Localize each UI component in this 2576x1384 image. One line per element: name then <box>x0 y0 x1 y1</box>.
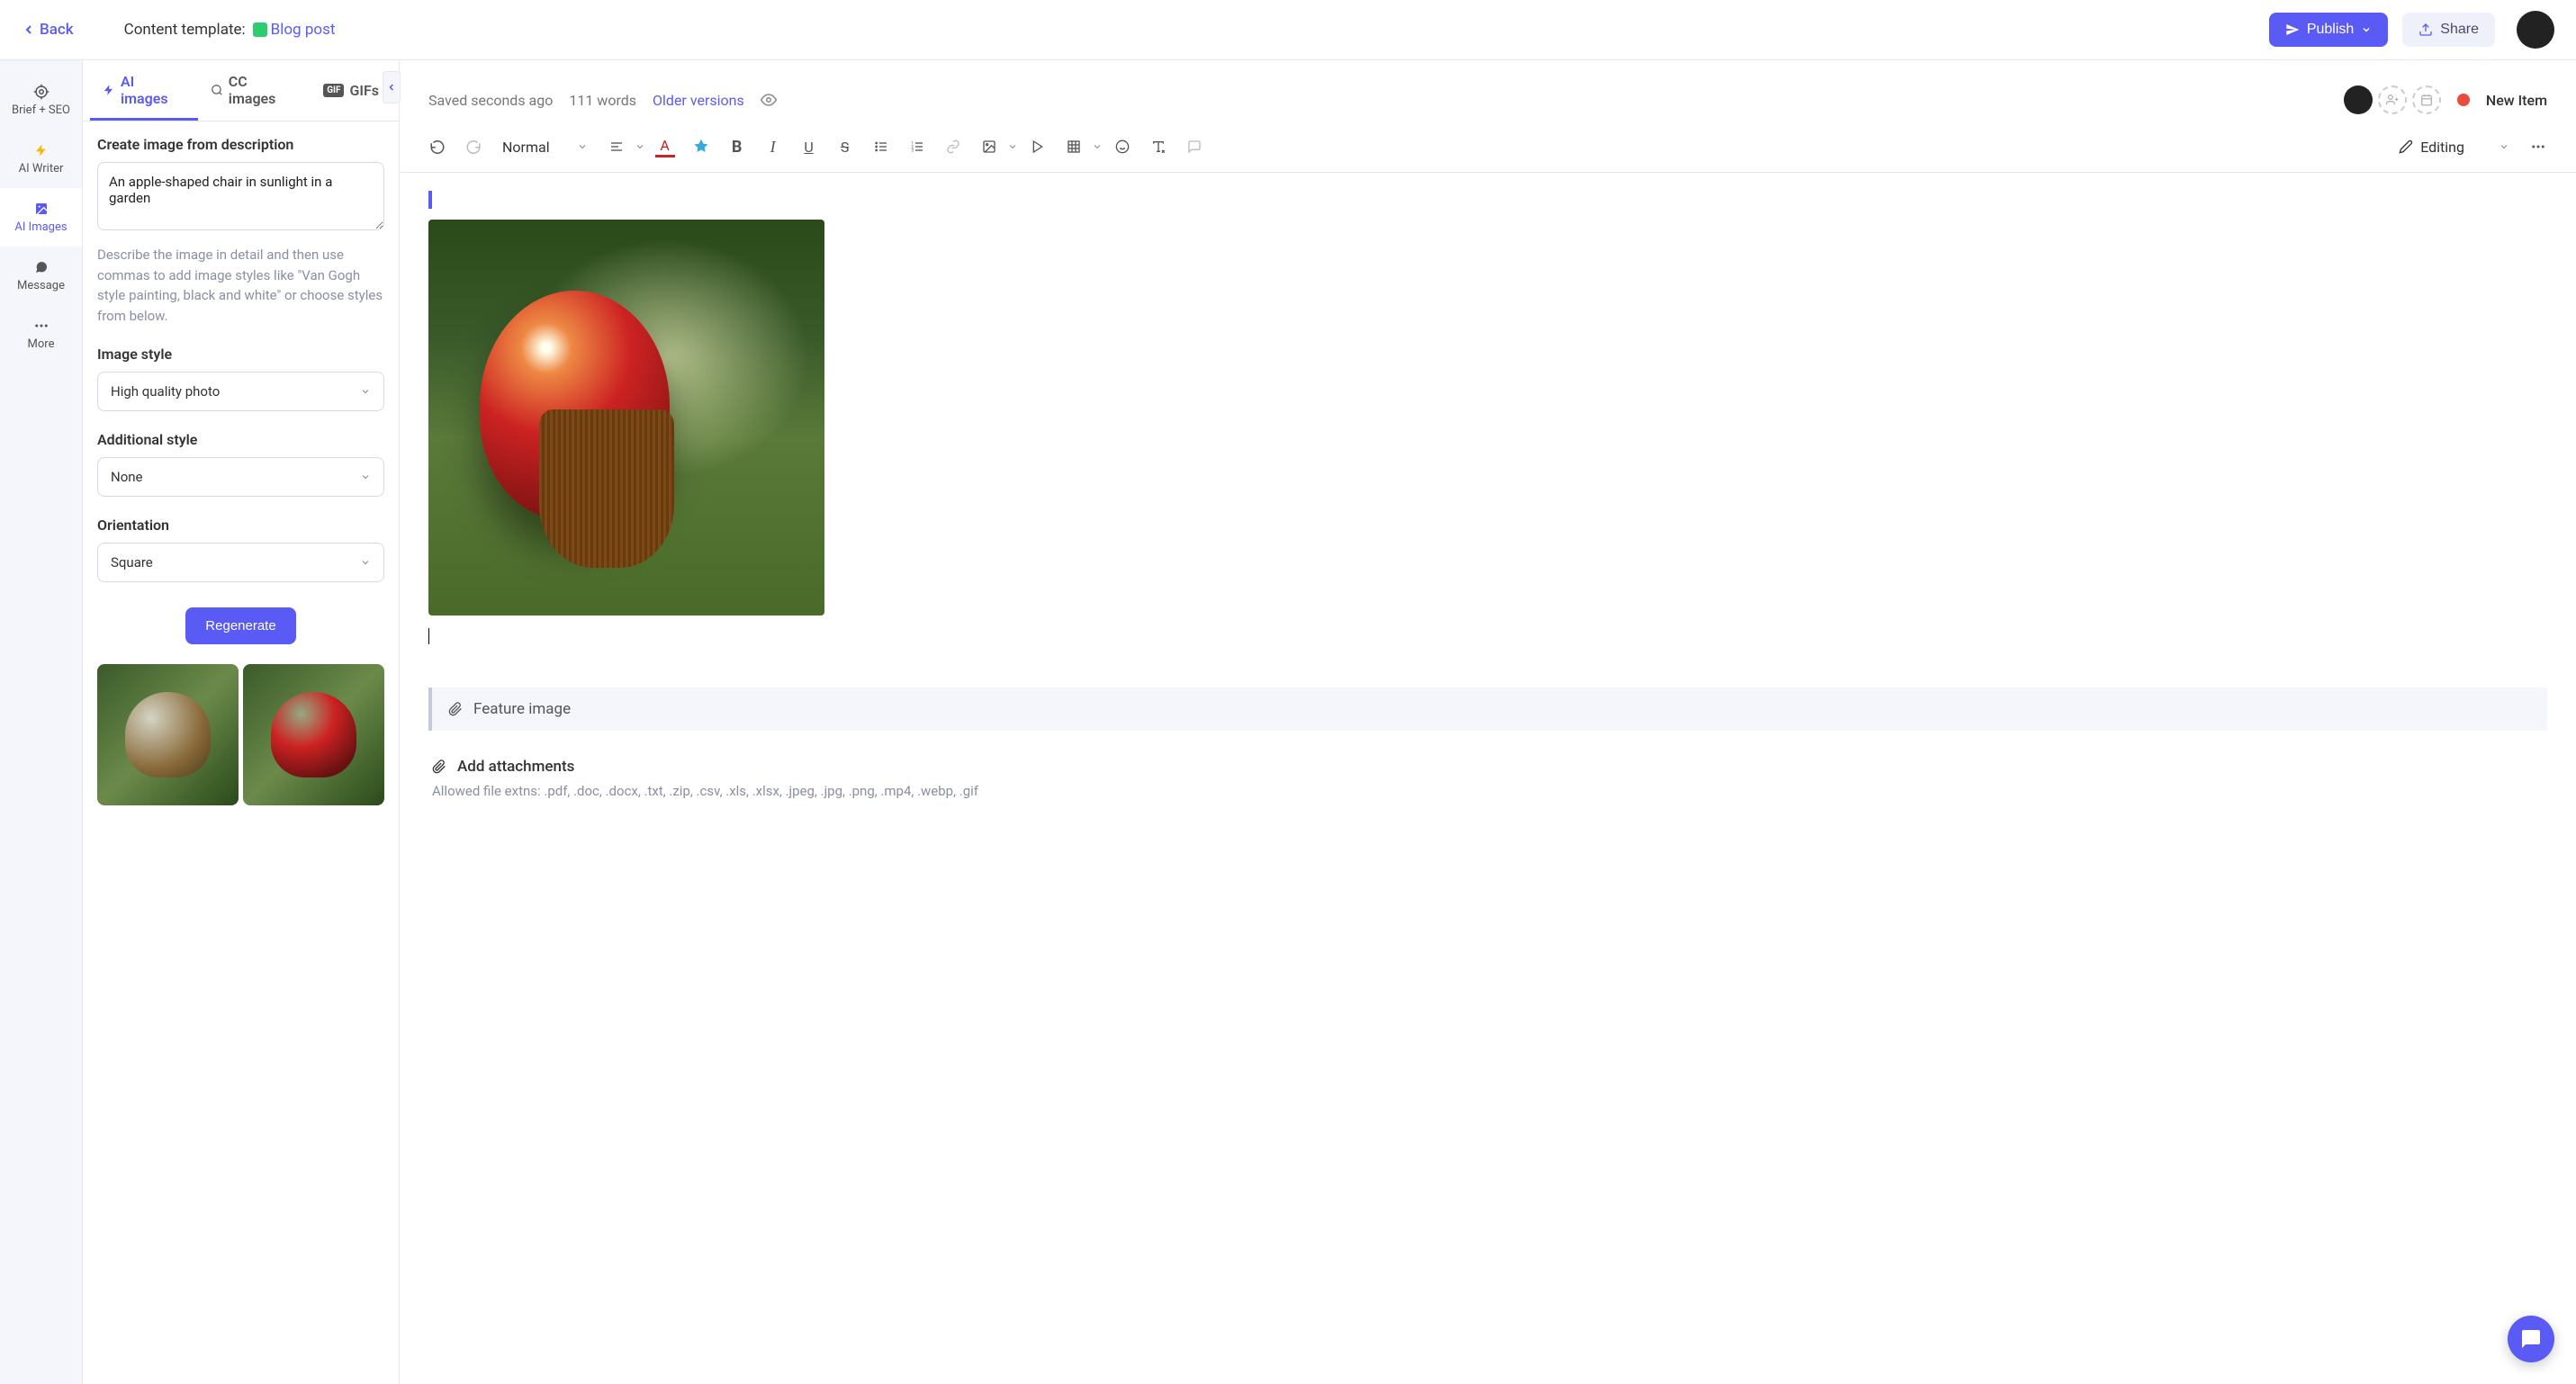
user-avatar[interactable] <box>2517 11 2554 49</box>
chevron-down-icon <box>2361 24 2372 35</box>
bullet-list-button[interactable] <box>865 130 897 163</box>
tab-gifs[interactable]: GIF GIFs <box>311 60 392 121</box>
generated-thumbnail-1[interactable] <box>97 664 239 805</box>
word-count: 111 words <box>569 92 636 109</box>
chevron-down-icon <box>360 472 371 482</box>
saved-status: Saved seconds ago <box>428 92 553 109</box>
add-attachments-button[interactable]: Add attachments <box>432 758 2544 776</box>
content-template: Content template: Blog post <box>124 21 336 39</box>
undo-button[interactable] <box>421 130 454 163</box>
paperclip-icon <box>432 759 446 774</box>
chevron-left-icon <box>386 82 397 93</box>
add-date-button[interactable] <box>2412 85 2441 114</box>
message-icon <box>33 259 50 275</box>
inserted-image[interactable] <box>428 220 824 616</box>
older-versions-link[interactable]: Older versions <box>653 92 744 109</box>
bolt-icon <box>103 84 115 96</box>
feature-image-section[interactable]: Feature image <box>428 688 2547 731</box>
share-button[interactable]: Share <box>2402 13 2495 47</box>
format-select[interactable]: Normal <box>493 133 597 161</box>
strikethrough-button[interactable]: S <box>829 130 861 163</box>
collaborator-avatar[interactable] <box>2344 85 2373 114</box>
comment-button[interactable] <box>1178 130 1211 163</box>
nav-ai-images[interactable]: AI Images <box>0 188 82 247</box>
chat-icon <box>2520 1328 2542 1350</box>
add-collaborator-button[interactable] <box>2378 85 2407 114</box>
status-label[interactable]: New Item <box>2486 92 2547 109</box>
dots-icon <box>33 318 50 334</box>
blog-icon <box>253 22 267 37</box>
emoji-button[interactable] <box>1106 130 1139 163</box>
status-indicator <box>2457 94 2470 106</box>
more-tools-button[interactable] <box>2522 130 2554 163</box>
chevron-down-icon <box>2499 141 2509 152</box>
regenerate-button[interactable]: Regenerate <box>185 607 295 644</box>
editing-mode-select[interactable]: Editing <box>2390 133 2518 161</box>
visibility-icon[interactable] <box>761 92 777 108</box>
tab-ai-images[interactable]: AI images <box>90 60 198 121</box>
nav-brief-seo[interactable]: Brief + SEO <box>0 71 82 130</box>
svg-text:3: 3 <box>911 148 914 153</box>
image-icon <box>33 201 50 217</box>
publish-button[interactable]: Publish <box>2269 13 2388 47</box>
editor-cursor-block <box>428 191 432 209</box>
style-label: Image style <box>97 346 384 363</box>
underline-button[interactable]: U <box>793 130 825 163</box>
pencil-icon <box>2399 139 2413 154</box>
upload-icon <box>2418 22 2433 37</box>
template-link[interactable]: Blog post <box>253 21 336 39</box>
bolt-icon <box>33 142 50 158</box>
chevron-left-icon <box>22 22 36 37</box>
nav-ai-writer[interactable]: AI Writer <box>0 130 82 188</box>
prompt-hint: Describe the image in detail and then us… <box>97 245 384 326</box>
image-style-select[interactable]: High quality photo <box>97 372 384 411</box>
numbered-list-button[interactable]: 123 <box>901 130 933 163</box>
send-icon <box>2285 22 2300 37</box>
extensions-hint: Allowed file extns: .pdf, .doc, .docx, .… <box>432 783 2544 799</box>
orientation-label: Orientation <box>97 517 384 534</box>
nav-message[interactable]: Message <box>0 247 82 305</box>
back-button[interactable]: Back <box>22 21 74 39</box>
link-button[interactable] <box>937 130 969 163</box>
search-icon <box>211 84 223 96</box>
redo-button[interactable] <box>457 130 490 163</box>
bold-button[interactable]: B <box>721 130 753 163</box>
clear-format-button[interactable] <box>1142 130 1175 163</box>
tab-cc-images[interactable]: CC images <box>198 60 311 121</box>
chevron-down-icon <box>1007 141 1018 152</box>
nav-more[interactable]: More <box>0 305 82 364</box>
template-prefix: Content template: <box>124 21 246 39</box>
text-color-button[interactable]: A <box>649 137 681 157</box>
align-button[interactable] <box>600 130 645 163</box>
chevron-down-icon <box>577 141 588 152</box>
generated-thumbnail-2[interactable] <box>243 664 384 805</box>
chevron-down-icon <box>360 386 371 397</box>
italic-button[interactable]: I <box>757 130 789 163</box>
back-label: Back <box>40 21 74 39</box>
chevron-down-icon <box>360 557 371 568</box>
additional-style-select[interactable]: None <box>97 457 384 497</box>
prompt-textarea[interactable] <box>97 162 384 230</box>
gif-icon: GIF <box>323 84 344 97</box>
video-button[interactable] <box>1022 130 1054 163</box>
table-button[interactable] <box>1058 130 1103 163</box>
collapse-sidebar-button[interactable] <box>383 71 401 103</box>
help-chat-button[interactable] <box>2508 1316 2554 1362</box>
prompt-label: Create image from description <box>97 136 384 153</box>
paperclip-icon <box>448 702 463 716</box>
text-cursor <box>428 628 429 644</box>
highlight-button[interactable] <box>685 130 717 163</box>
chevron-down-icon <box>635 141 645 152</box>
additional-style-label: Additional style <box>97 431 384 448</box>
target-icon <box>33 84 50 100</box>
image-insert-button[interactable] <box>973 130 1018 163</box>
orientation-select[interactable]: Square <box>97 543 384 582</box>
chevron-down-icon <box>1092 141 1103 152</box>
